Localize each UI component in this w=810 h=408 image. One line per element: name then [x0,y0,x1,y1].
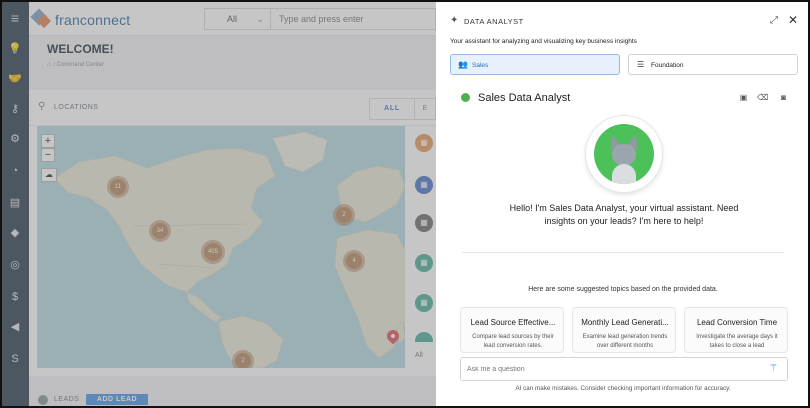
sparkle-icon: ✦ [450,15,459,26]
modal-backdrop[interactable] [2,2,436,406]
ai-disclaimer: AI can make mistakes. Consider checking … [515,385,731,392]
topic-card-lead-source[interactable]: Lead Source Effective... Compare lead so… [460,307,564,353]
dataset-foundation-button[interactable]: ☰ Foundation [628,54,798,75]
agent-name: Sales Data Analyst [478,92,571,104]
close-icon[interactable]: ✕ [788,13,798,27]
divider [462,252,784,253]
avatar-background [594,124,654,184]
agent-status-icon [461,93,470,102]
database-icon: ☰ [637,60,645,69]
expand-icon[interactable]: ⤢ [770,15,778,26]
dataset-label: Foundation [651,62,684,69]
panel-subtitle: Your assistant for analyzing and visuali… [450,38,637,45]
speaker-notes-icon[interactable]: ▣ [738,93,749,103]
ask-question-box: ⚚ [460,357,788,381]
topic-card-monthly-lead[interactable]: Monthly Lead Generati... Examine lead ge… [572,307,676,353]
agent-avatar [586,116,662,192]
topic-title: Lead Source Effective... [470,318,556,327]
people-icon: 👥 [458,60,468,69]
topic-description: Investigate the average days it takes to… [696,334,778,349]
camera-icon[interactable]: ◙ [778,93,789,103]
eraser-icon[interactable]: ⌫ [757,93,768,103]
topic-description: Compare lead sources by their lead conve… [472,334,554,349]
agent-greeting: Hello! I'm Sales Data Analyst, your virt… [509,203,739,226]
dataset-sales-button[interactable]: 👥 Sales [450,54,620,75]
suggested-topics-label: Here are some suggested topics based on … [528,286,718,293]
data-analyst-panel: ✦ DATA ANALYST ⤢ ✕ Your assistant for an… [436,2,808,406]
dataset-label: Sales [472,62,489,69]
app-window: ≡ 💡 🤝 ⚷ ⚙ ◔ ▤ ◆ ◎ $ ◀ S franconnect All … [0,0,810,408]
magic-wand-icon[interactable]: ⚚ [769,363,778,374]
ask-question-input[interactable] [467,362,757,377]
topic-card-conversion-time[interactable]: Lead Conversion Time Investigate the ave… [684,307,788,353]
topic-description: Examine lead generation trends over diff… [582,334,668,349]
avatar-head [612,144,636,166]
topic-title: Lead Conversion Time [696,318,778,327]
panel-title: DATA ANALYST [464,17,524,26]
avatar-body [612,164,636,184]
topic-title: Monthly Lead Generati... [581,318,669,327]
